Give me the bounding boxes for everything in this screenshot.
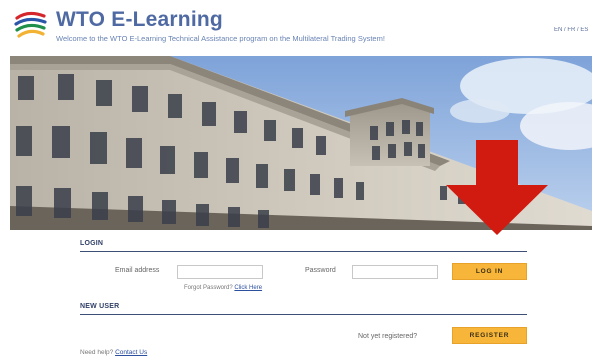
password-label: Password <box>305 267 336 274</box>
login-button[interactable]: LOG IN <box>452 263 527 280</box>
register-button[interactable]: REGISTER <box>452 327 527 344</box>
forgot-password-link[interactable]: Click Here <box>234 285 262 291</box>
email-field[interactable] <box>177 265 263 279</box>
help-text: Need help? <box>80 349 114 356</box>
help-row: Need help? Contact Us <box>80 349 147 356</box>
password-field[interactable] <box>352 265 438 279</box>
wto-logo-icon[interactable] <box>14 8 50 40</box>
site-title[interactable]: WTO E-Learning <box>56 8 223 32</box>
site-header: WTO E-Learning Welcome to the WTO E-Lear… <box>0 0 592 56</box>
forgot-password-text: Forgot Password? <box>184 285 233 291</box>
new-user-section-divider <box>80 314 527 315</box>
red-down-arrow-icon <box>446 140 548 235</box>
not-registered-text: Not yet registered? <box>358 333 418 340</box>
login-section-title: LOGIN <box>80 240 104 247</box>
language-switcher[interactable]: EN / FR / ES <box>554 27 592 33</box>
email-label: Email address <box>115 267 160 274</box>
forgot-password-row: Forgot Password? Click Here <box>184 285 262 291</box>
new-user-section-title: NEW USER <box>80 303 120 310</box>
login-section-divider <box>80 251 527 252</box>
contact-us-link[interactable]: Contact Us <box>115 349 147 356</box>
site-tagline: Welcome to the WTO E-Learning Technical … <box>56 34 385 43</box>
